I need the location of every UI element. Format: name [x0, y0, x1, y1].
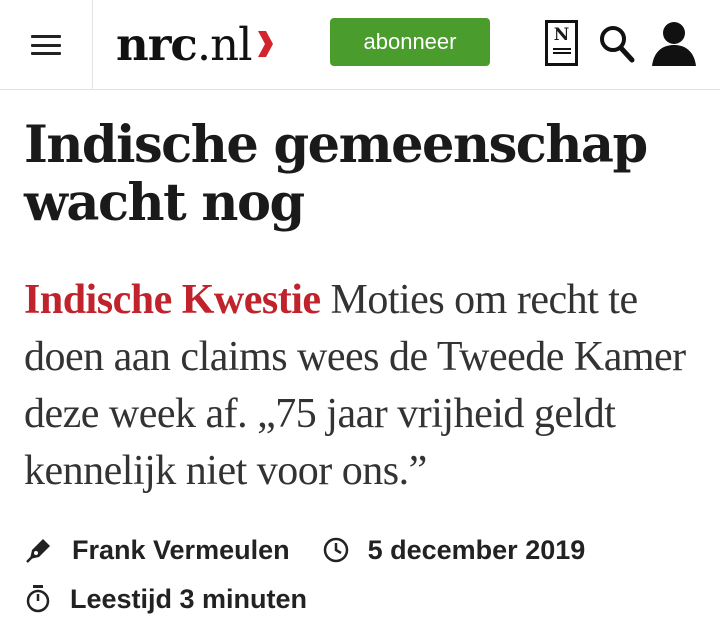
publication-date: 5 december 2019	[367, 534, 586, 565]
newspaper-icon-letter: N	[553, 25, 570, 45]
hamburger-icon	[31, 35, 61, 55]
logo-chevron-icon	[257, 31, 273, 57]
author-name[interactable]: Frank Vermeulen	[72, 535, 290, 566]
menu-button[interactable]	[0, 0, 93, 90]
logo-domain-text: .nl	[196, 17, 253, 71]
article-meta-row: Frank Vermeulen 5 december 2019	[24, 530, 704, 570]
article-headline: Indische gemeenschap wacht nog	[24, 115, 648, 233]
pen-icon	[26, 539, 50, 563]
account-icon[interactable]	[650, 20, 698, 68]
article-intro: Indische Kwestie Moties om recht te doen…	[24, 272, 704, 500]
newspaper-icon[interactable]: N	[545, 20, 578, 66]
subscribe-button[interactable]: abonneer	[330, 18, 490, 66]
article-kicker[interactable]: Indische Kwestie	[24, 277, 321, 323]
site-header: nrc .nl abonneer N	[0, 0, 720, 90]
clock-icon	[323, 537, 348, 563]
reading-time-row: Leestijd 3 minuten	[24, 579, 704, 619]
site-logo[interactable]: nrc .nl	[116, 16, 274, 72]
logo-bold-text: nrc	[116, 17, 198, 71]
stopwatch-icon	[26, 585, 50, 613]
search-icon[interactable]	[598, 24, 636, 64]
reading-time: Leestijd 3 minuten	[70, 583, 308, 614]
